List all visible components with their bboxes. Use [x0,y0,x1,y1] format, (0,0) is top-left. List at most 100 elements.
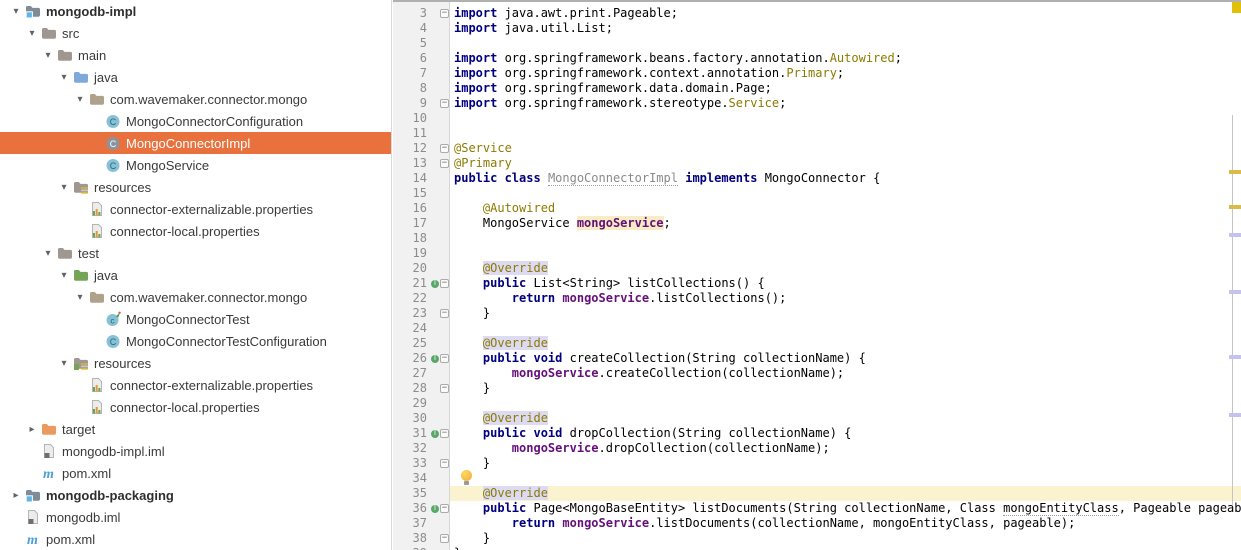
code-line[interactable] [451,321,1241,336]
chevron-down-icon[interactable]: ▾ [71,94,89,105]
code-line[interactable] [451,111,1241,126]
code-line[interactable]: import org.springframework.stereotype.Se… [451,96,1241,111]
tree-item[interactable]: connector-local.properties [0,396,391,418]
tree-item[interactable]: connector-local.properties [0,220,391,242]
editor-gutter[interactable]: 3456789101112131415161718192021222324252… [393,0,450,550]
usage-stripe-mark[interactable] [1229,233,1241,237]
fold-marker-icon[interactable]: − [440,159,449,168]
tree-item[interactable]: ▾java [0,264,391,286]
fold-marker-icon[interactable]: − [440,534,449,543]
warning-stripe-mark[interactable] [1229,170,1241,174]
code-line[interactable]: @Primary [451,156,1241,171]
tree-item[interactable]: ▾src [0,22,391,44]
chevron-right-icon[interactable]: ▸ [7,490,25,501]
code-line[interactable] [451,126,1241,141]
line-number: 7 [393,66,427,81]
fold-marker-icon[interactable]: − [440,309,449,318]
line-number: 24 [393,321,427,336]
tree-item[interactable]: CMongoConnectorTestConfiguration [0,330,391,352]
code-line[interactable]: @Override [451,261,1241,276]
chevron-down-icon[interactable]: ▾ [55,358,73,369]
chevron-down-icon[interactable]: ▾ [71,292,89,303]
usage-stripe-mark[interactable] [1229,290,1241,294]
fold-marker-icon[interactable]: − [440,384,449,393]
chevron-down-icon[interactable]: ▾ [7,6,25,17]
usage-stripe-mark[interactable] [1229,355,1241,359]
tree-item[interactable]: ▾test [0,242,391,264]
chevron-down-icon[interactable]: ▾ [39,248,57,259]
tree-item[interactable]: connector-externalizable.properties [0,374,391,396]
chevron-right-icon[interactable]: ▸ [23,424,41,435]
code-line[interactable] [451,471,1241,486]
error-stripe[interactable] [1228,0,1241,550]
code-line[interactable]: mongoService.dropCollection(collectionNa… [451,441,1241,456]
warning-stripe-mark[interactable] [1229,205,1241,209]
code-line[interactable]: @Override [451,411,1241,426]
code-line[interactable] [451,186,1241,201]
project-tree-panel[interactable]: ▾mongodb-impl▾src▾main▾java▾com.wavemake… [0,0,392,550]
tree-item[interactable]: mongodb.iml [0,506,391,528]
tree-item[interactable]: mpom.xml [0,462,391,484]
tree-item[interactable]: CMongoService [0,154,391,176]
tree-item[interactable]: cMongoConnectorTest [0,308,391,330]
fold-marker-icon[interactable]: − [440,504,449,513]
fold-marker-icon[interactable]: − [440,99,449,108]
code-line[interactable]: } [451,456,1241,471]
fold-marker-icon[interactable]: − [440,9,449,18]
code-line[interactable]: @Autowired [451,201,1241,216]
tree-item[interactable]: ▸mongodb-packaging [0,484,391,506]
chevron-down-icon[interactable]: ▾ [55,72,73,83]
code-line[interactable]: public Page<MongoBaseEntity> listDocumen… [451,501,1241,516]
code-line[interactable]: import java.awt.print.Pageable; [451,6,1241,21]
code-line[interactable]: return mongoService.listDocuments(collec… [451,516,1241,531]
intention-bulb-icon[interactable] [459,470,475,486]
tree-item[interactable]: ▾main [0,44,391,66]
tree-item[interactable]: ▾com.wavemaker.connector.mongo [0,88,391,110]
code-line[interactable] [451,36,1241,51]
tree-item[interactable]: ▾resources [0,176,391,198]
tree-item[interactable]: ▸target [0,418,391,440]
code-line[interactable]: public void dropCollection(String collec… [451,426,1241,441]
code-line[interactable]: public void createCollection(String coll… [451,351,1241,366]
code-line[interactable]: import org.springframework.data.domain.P… [451,81,1241,96]
fold-marker-icon[interactable]: − [440,279,449,288]
chevron-down-icon[interactable]: ▾ [23,28,41,39]
tree-item[interactable]: connector-externalizable.properties [0,198,391,220]
tree-item[interactable]: ▾com.wavemaker.connector.mongo [0,286,391,308]
code-line[interactable]: mongoService.createCollection(collection… [451,366,1241,381]
code-line[interactable]: import java.util.List; [451,21,1241,36]
code-line[interactable]: MongoService mongoService; [451,216,1241,231]
code-line[interactable]: public List<String> listCollections() { [451,276,1241,291]
fold-marker-icon[interactable]: − [440,459,449,468]
code-line[interactable]: } [451,546,1241,550]
code-line[interactable] [451,396,1241,411]
code-line[interactable]: return mongoService.listCollections(); [451,291,1241,306]
code-line[interactable]: } [451,531,1241,546]
code-line[interactable]: @Service [451,141,1241,156]
tree-item[interactable]: CMongoConnectorImpl [0,132,391,154]
chevron-down-icon[interactable]: ▾ [55,182,73,193]
code-editor[interactable]: 3456789101112131415161718192021222324252… [393,0,1241,550]
tree-item[interactable]: ▾resources [0,352,391,374]
chevron-down-icon[interactable]: ▾ [55,270,73,281]
chevron-down-icon[interactable]: ▾ [39,50,57,61]
code-line[interactable]: } [451,306,1241,321]
tree-item[interactable]: mongodb-impl.iml [0,440,391,462]
tree-item[interactable]: CMongoConnectorConfiguration [0,110,391,132]
code-line[interactable]: import org.springframework.beans.factory… [451,51,1241,66]
code-line[interactable]: import org.springframework.context.annot… [451,66,1241,81]
fold-marker-icon[interactable]: − [440,429,449,438]
usage-stripe-mark[interactable] [1229,413,1241,417]
tree-item[interactable]: ▾java [0,66,391,88]
fold-marker-icon[interactable]: − [440,144,449,153]
code-line[interactable] [451,231,1241,246]
fold-marker-icon[interactable]: − [440,354,449,363]
code-line[interactable]: } [451,381,1241,396]
code-line[interactable] [451,246,1241,261]
tree-item[interactable]: ▾mongodb-impl [0,0,391,22]
tree-item[interactable]: mpom.xml [0,528,391,550]
code-line[interactable]: public class MongoConnectorImpl implemen… [451,171,1241,186]
code-line[interactable]: @Override [451,486,1241,501]
code-line[interactable]: @Override [451,336,1241,351]
code-area[interactable]: import java.awt.print.Pageable;import ja… [451,0,1241,550]
